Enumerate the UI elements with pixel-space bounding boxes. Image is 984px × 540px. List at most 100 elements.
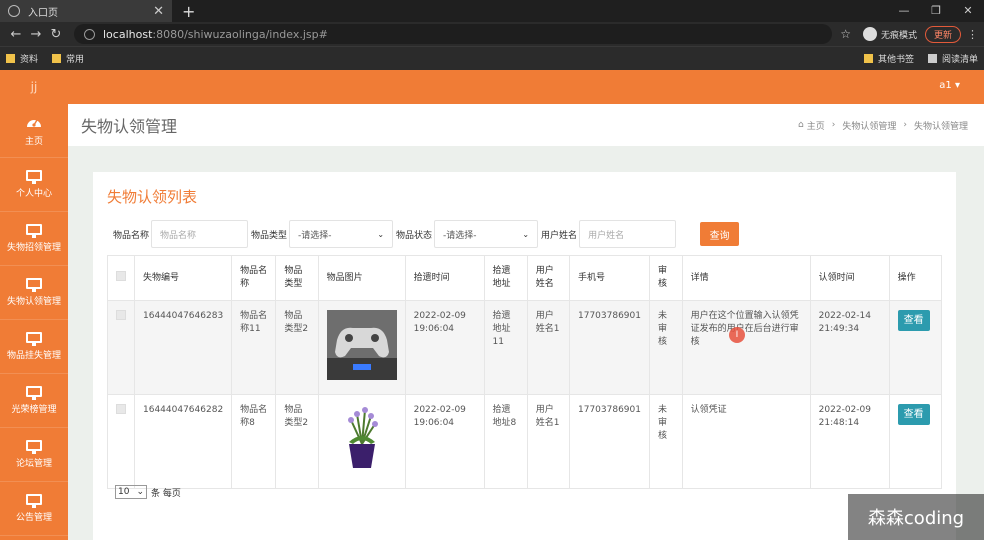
column-header: 拾遗时间 <box>404 255 485 301</box>
globe-icon <box>8 5 20 17</box>
maximize-icon[interactable]: ❐ <box>920 0 952 22</box>
row-checkbox[interactable] <box>116 310 126 320</box>
query-button[interactable]: 查询 <box>700 222 740 246</box>
url-input[interactable]: localhost :8080/shiwuzaolinga/index.jsp# <box>74 24 833 44</box>
minimize-icon[interactable]: — <box>888 0 920 22</box>
claim-id: 16444047646282 <box>133 394 233 489</box>
pick-address: 拾遗地址8 <box>483 394 528 489</box>
incognito-icon <box>862 27 877 41</box>
page-size-value: 10 <box>118 487 130 497</box>
row-select-cell <box>107 300 135 395</box>
reading-list[interactable]: 阅读清单 <box>927 52 978 65</box>
gamepad-photo <box>326 310 397 380</box>
table-row: 16444047646283 物品名称11 物品类型2 2022-02-09 1… <box>107 300 943 395</box>
item-name-input[interactable]: 物品名称 <box>151 220 249 248</box>
column-header: 操作 <box>888 255 943 301</box>
incognito-indicator[interactable]: 无痕模式 <box>862 27 917 41</box>
sidebar-item-label: 失物认领管理 <box>6 297 61 307</box>
action-cell: 查看 <box>888 394 943 489</box>
audit-status: 未审核 <box>649 300 683 395</box>
bookmark-folder[interactable]: 资料 <box>6 52 38 65</box>
folder-icon <box>863 54 873 63</box>
item-image-cell <box>317 394 406 489</box>
update-button[interactable]: 更新 <box>924 25 961 43</box>
user-name-label: 用户姓名 <box>541 230 578 241</box>
chevron-down-icon: ⌄ <box>377 229 385 239</box>
item-type-select[interactable]: -请选择- ⌄ <box>289 220 394 248</box>
potted-lavender-photo <box>326 404 397 474</box>
sidebar-item-lost-found[interactable]: 失物招领管理 <box>0 212 68 266</box>
sidebar-item-claims[interactable]: 失物认领管理 <box>0 266 68 320</box>
sidebar-item-label: 主页 <box>24 136 43 147</box>
bookmark-label: 资料 <box>20 55 39 65</box>
phone: 17703786901 <box>569 394 650 489</box>
logo: jj <box>30 80 38 94</box>
close-tab-icon[interactable]: ✕ <box>153 4 164 19</box>
watermark: 森森coding <box>848 494 984 540</box>
more-menu-icon[interactable]: ⋮ <box>967 28 978 41</box>
text-cursor-icon: I <box>729 327 745 343</box>
breadcrumb-item[interactable]: 失物认领管理 <box>842 119 896 132</box>
pick-time: 2022-02-09 19:06:04 <box>404 394 485 489</box>
forward-icon[interactable]: → <box>26 27 46 42</box>
row-checkbox[interactable] <box>116 404 126 414</box>
breadcrumb-home[interactable]: 主页 <box>807 119 825 132</box>
item-status-select[interactable]: -请选择- ⌄ <box>434 220 539 248</box>
pick-address: 拾遗地址11 <box>483 300 528 395</box>
item-name: 物品名称11 <box>231 300 277 395</box>
sidebar-item-notices[interactable]: 公告管理 <box>0 482 68 536</box>
monitor-icon <box>26 494 42 508</box>
site-info-icon[interactable] <box>84 28 95 40</box>
page-size-select[interactable]: 10 ⌄ <box>115 485 147 499</box>
column-header: 物品类型 <box>275 255 319 301</box>
search-form: 物品名称 物品名称 物品类型 -请选择- ⌄ 物品状态 -请选择- ⌄ 用户姓名… <box>113 220 740 248</box>
user-menu[interactable]: a1 ▾ <box>939 80 960 91</box>
list-card: 失物认领列表 物品名称 物品名称 物品类型 -请选择- ⌄ 物品状态 -请选择-… <box>93 172 956 540</box>
new-tab-button[interactable]: + <box>182 2 195 21</box>
bookmark-folder[interactable]: 常用 <box>52 52 84 65</box>
item-type-label: 物品类型 <box>251 230 288 241</box>
user-name-input[interactable]: 用户姓名 <box>579 220 677 248</box>
bookmark-star-icon[interactable]: ☆ <box>840 27 851 41</box>
reload-icon[interactable]: ↻ <box>46 27 66 42</box>
action-cell: 查看 <box>888 300 943 395</box>
bookmark-label: 其他书签 <box>877 55 914 65</box>
row-select-cell <box>107 394 135 489</box>
column-header: 用户姓名 <box>526 255 571 301</box>
reading-list-icon <box>927 54 937 63</box>
item-type: 物品类型2 <box>275 394 319 489</box>
incognito-label: 无痕模式 <box>880 30 917 41</box>
back-icon[interactable]: ← <box>6 27 26 42</box>
sidebar-item-forum[interactable]: 论坛管理 <box>0 428 68 482</box>
close-window-icon[interactable]: ✕ <box>952 0 984 22</box>
column-header: 手机号 <box>569 255 650 301</box>
column-header: 物品名称 <box>231 255 277 301</box>
claim-detail: 用户在这个位置输入认领凭证发布的用户在后台进行审核 <box>681 300 811 395</box>
breadcrumb: ⌂ 主页 › 失物认领管理 › 失物认领管理 <box>798 119 968 132</box>
breadcrumb-separator: › <box>831 120 836 130</box>
sidebar-item-loss-reports[interactable]: 物品挂失管理 <box>0 320 68 374</box>
page-size-suffix: 条 每页 <box>151 488 181 499</box>
sidebar-item-personal-center[interactable]: 个人中心 <box>0 158 68 212</box>
pick-time: 2022-02-09 19:06:04 <box>404 300 485 395</box>
view-button[interactable]: 查看 <box>897 310 930 331</box>
bookmarks-bar: 资料 常用 其他书签 阅读清单 <box>0 46 984 70</box>
page-title: 失物认领管理 <box>81 117 178 136</box>
monitor-icon <box>26 224 42 238</box>
other-bookmarks[interactable]: 其他书签 <box>863 52 914 65</box>
sidebar-item-honor-roll[interactable]: 光荣榜管理 <box>0 374 68 428</box>
item-name: 物品名称8 <box>231 394 277 489</box>
select-all-checkbox[interactable] <box>116 270 126 281</box>
sidebar-item-label: 公告管理 <box>15 513 52 523</box>
breadcrumb-current: 失物认领管理 <box>913 121 968 132</box>
browser-tab[interactable]: 入口页 ✕ <box>0 0 172 22</box>
user-name-placeholder: 用户姓名 <box>588 230 625 241</box>
sidebar-item-home[interactable]: 主页 <box>0 104 68 158</box>
sidebar: jj 主页 个人中心 失物招领管理 失物认领管理 物品挂失管理 光荣榜管理 论坛… <box>0 70 68 540</box>
folder-icon <box>52 54 62 63</box>
item-name-placeholder: 物品名称 <box>160 230 197 241</box>
claim-time: 2022-02-14 21:49:34 <box>809 300 890 395</box>
monitor-icon <box>26 440 42 454</box>
column-header: 失物编号 <box>133 255 233 301</box>
view-button[interactable]: 查看 <box>897 404 930 425</box>
